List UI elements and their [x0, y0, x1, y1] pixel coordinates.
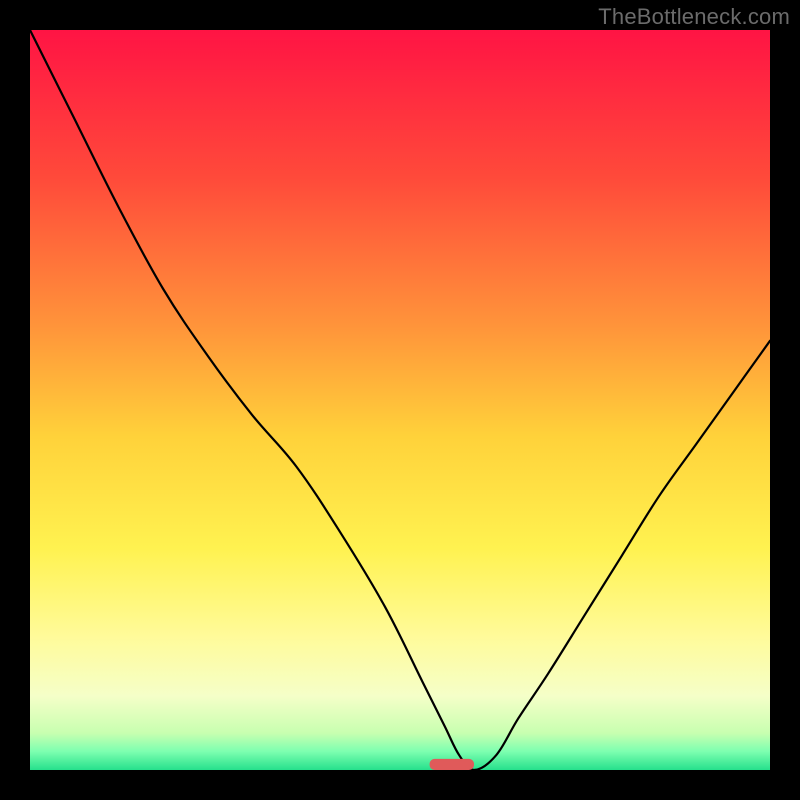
watermark-text: TheBottleneck.com — [598, 4, 790, 30]
minimum-marker — [430, 759, 474, 770]
plot-area — [30, 30, 770, 770]
background-rect — [30, 30, 770, 770]
chart-frame: TheBottleneck.com — [0, 0, 800, 800]
plot-svg — [30, 30, 770, 770]
